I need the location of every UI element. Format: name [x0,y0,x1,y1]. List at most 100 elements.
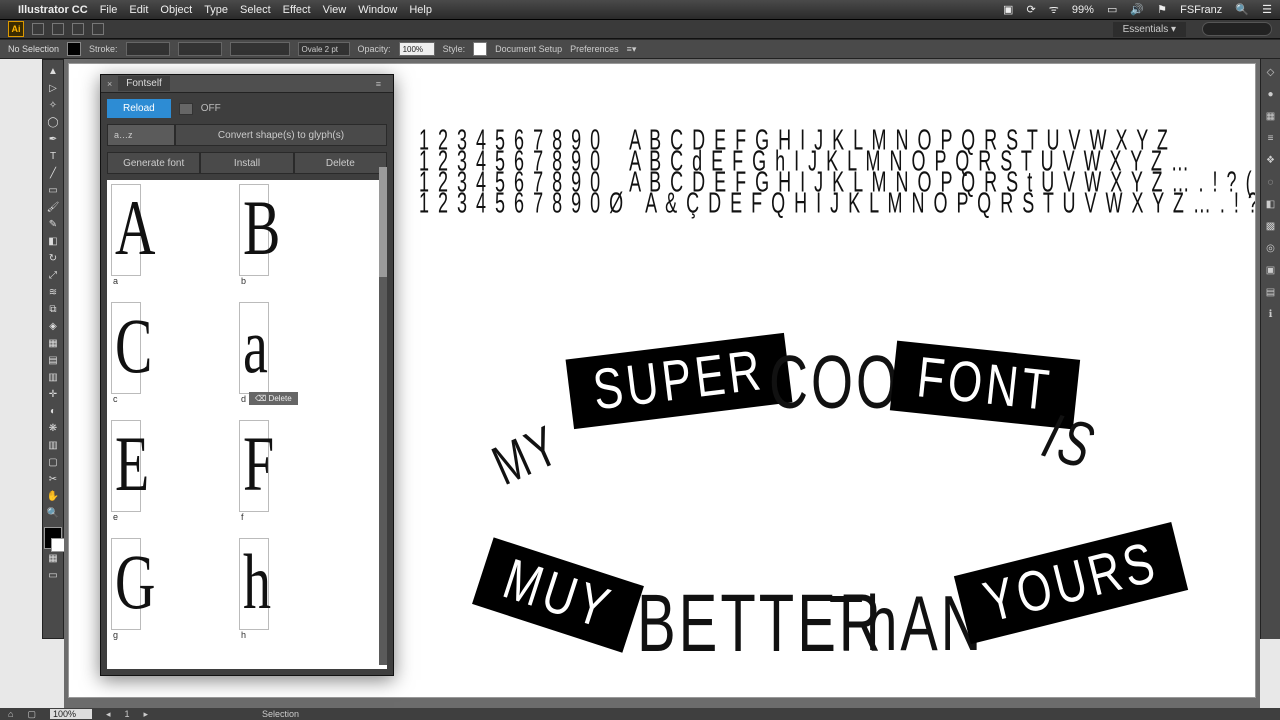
rectangle-tool-icon[interactable]: ▭ [44,183,62,198]
sync-icon[interactable]: ⟳ [1026,4,1035,16]
volume-icon[interactable]: 🔊 [1130,4,1144,16]
fill-swatch[interactable] [67,42,81,56]
screen-mode-icon[interactable]: ▭ [44,568,62,583]
workspace-switcher[interactable]: Essentials ▾ [1113,22,1186,37]
mesh-tool-icon[interactable]: ▤ [44,353,62,368]
info-icon[interactable]: ℹ [1264,307,1278,321]
pen-tool-icon[interactable]: ✒ [44,132,62,147]
delete-glyph-tag[interactable]: ⌫ Delete [249,392,298,405]
direct-selection-tool-icon[interactable]: ▷ [44,81,62,96]
shape-builder-tool-icon[interactable]: ◈ [44,319,62,334]
doc-icon-2[interactable] [52,23,64,35]
opacity-input[interactable]: 100% [399,42,435,56]
status-home-icon[interactable]: ⌂ [8,709,13,719]
eraser-tool-icon[interactable]: ◧ [44,234,62,249]
stroke-icon[interactable]: ◌ [1264,175,1278,189]
brushes-icon[interactable]: ≡ [1264,131,1278,145]
delete-button[interactable]: Delete [294,152,387,174]
rotate-tool-icon[interactable]: ↻ [44,251,62,266]
align-icon[interactable]: ≡▾ [627,44,637,55]
stroke-profile-dropdown[interactable] [230,42,290,56]
off-toggle[interactable] [179,103,193,115]
arrange-icon[interactable] [92,23,104,35]
az-button[interactable]: a…z [107,124,175,146]
free-transform-tool-icon[interactable]: ⧉ [44,302,62,317]
menu-icon[interactable]: ☰ [1262,4,1272,16]
preferences-button[interactable]: Preferences [570,44,619,54]
hand-tool-icon[interactable]: ✋ [44,489,62,504]
selection-tool-icon[interactable]: ▲ [44,64,62,79]
app-name[interactable]: Illustrator CC [18,4,88,16]
status-artboard-icon[interactable]: ▢ [27,709,36,720]
user-label[interactable]: FSFranz [1180,4,1222,16]
width-tool-icon[interactable]: ≋ [44,285,62,300]
document-setup-button[interactable]: Document Setup [495,44,562,54]
layers-icon[interactable]: ▤ [1264,285,1278,299]
appearance-icon[interactable]: ◎ [1264,241,1278,255]
menu-type[interactable]: Type [204,4,228,16]
panel-tab[interactable]: Fontself [118,76,170,91]
menu-edit[interactable]: Edit [129,4,148,16]
convert-button[interactable]: Convert shape(s) to glyph(s) [175,124,387,146]
flag-icon[interactable]: ⚑ [1157,4,1167,16]
menu-help[interactable]: Help [409,4,432,16]
right-panel-dock: ◇ ● ▦ ≡ ❖ ◌ ◧ ▩ ◎ ▣ ▤ ℹ [1260,59,1280,639]
spotlight-icon[interactable]: 🔍 [1235,4,1249,16]
doc-icon[interactable] [32,23,44,35]
menu-file[interactable]: File [100,4,118,16]
battery-icon[interactable]: ▭ [1107,4,1117,16]
panel-close-icon[interactable]: × [107,79,112,89]
menu-object[interactable]: Object [160,4,192,16]
lasso-tool-icon[interactable]: ◯ [44,115,62,130]
panel-menu-icon[interactable]: ≡ [376,79,381,89]
blend-tool-icon[interactable]: ◐ [44,404,62,419]
line-tool-icon[interactable]: ╱ [44,166,62,181]
menu-select[interactable]: Select [240,4,271,16]
wifi-icon[interactable]: ᯤ [1049,4,1059,16]
help-search-input[interactable] [1202,22,1272,36]
graphic-styles-icon[interactable]: ▣ [1264,263,1278,277]
style-swatch[interactable] [473,42,487,56]
zoom-tool-icon[interactable]: 🔍 [44,506,62,521]
glyph-cell: Cc [111,298,235,416]
reload-button[interactable]: Reload [107,99,171,118]
color-mode-icon[interactable]: ▦ [44,551,62,566]
gradient-tool-icon[interactable]: ▥ [44,370,62,385]
column-graph-tool-icon[interactable]: ▥ [44,438,62,453]
stroke-weight-dropdown[interactable] [126,42,170,56]
symbol-sprayer-tool-icon[interactable]: ❋ [44,421,62,436]
transparency-icon[interactable]: ▩ [1264,219,1278,233]
install-button[interactable]: Install [200,152,293,174]
eyedropper-tool-icon[interactable]: ✛ [44,387,62,402]
panel-scrollbar[interactable] [379,167,387,665]
control-bar: No Selection Stroke: Ovale 2 pt Opacity:… [0,39,1280,59]
stroke-width-dropdown[interactable] [178,42,222,56]
libraries-icon[interactable]: ◇ [1264,65,1278,79]
brush-dropdown[interactable]: Ovale 2 pt [298,42,350,56]
page-number[interactable]: 1 [124,709,129,719]
screencast-icon[interactable]: ▣ [1003,4,1013,16]
swatches-icon[interactable]: ▦ [1264,109,1278,123]
doc-icon-3[interactable] [72,23,84,35]
menu-view[interactable]: View [323,4,347,16]
color-icon[interactable]: ● [1264,87,1278,101]
gradient-panel-icon[interactable]: ◧ [1264,197,1278,211]
magic-wand-tool-icon[interactable]: ✧ [44,98,62,113]
fill-stroke-swatch[interactable] [44,527,62,549]
word-my: MY [484,414,570,498]
menu-effect[interactable]: Effect [283,4,311,16]
page-nav-next-icon[interactable]: ▸ [144,709,149,720]
scale-tool-icon[interactable]: ⤢ [44,268,62,283]
menu-window[interactable]: Window [358,4,397,16]
slice-tool-icon[interactable]: ✂ [44,472,62,487]
zoom-display[interactable]: 100% [50,709,92,719]
type-tool-icon[interactable]: T [44,149,62,164]
paintbrush-tool-icon[interactable]: 🖌 [44,200,62,215]
generate-font-button[interactable]: Generate font [107,152,200,174]
artboard-tool-icon[interactable]: ▢ [44,455,62,470]
pencil-tool-icon[interactable]: ✎ [44,217,62,232]
panel-tabs: × Fontself ≡ [101,75,393,93]
symbols-icon[interactable]: ❖ [1264,153,1278,167]
page-nav-prev-icon[interactable]: ◂ [106,709,111,720]
perspective-tool-icon[interactable]: ▦ [44,336,62,351]
